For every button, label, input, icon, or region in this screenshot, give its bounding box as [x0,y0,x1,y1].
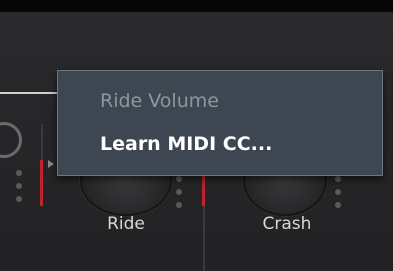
indicator-dot [335,189,341,195]
indicator-dot [176,176,182,182]
indicator-dot [16,196,22,202]
indicator-dot [335,176,341,182]
indicator-dot [176,189,182,195]
indicator-dot [16,170,22,176]
menu-header-ride-volume: Ride Volume [100,90,219,112]
indicator-dot [176,202,182,208]
indicator-dot [16,183,22,189]
level-meter-red [40,160,43,206]
divider-line [0,92,58,94]
pan-arrow-icon [48,160,54,168]
context-menu: Ride Volume Learn MIDI CC... [57,70,383,176]
indicator-dot [335,202,341,208]
top-bar [0,0,393,12]
learn-midi-cc-menu-item[interactable]: Learn MIDI CC... [100,133,272,155]
ride-label: Ride [107,214,145,234]
crash-label: Crash [262,214,312,234]
